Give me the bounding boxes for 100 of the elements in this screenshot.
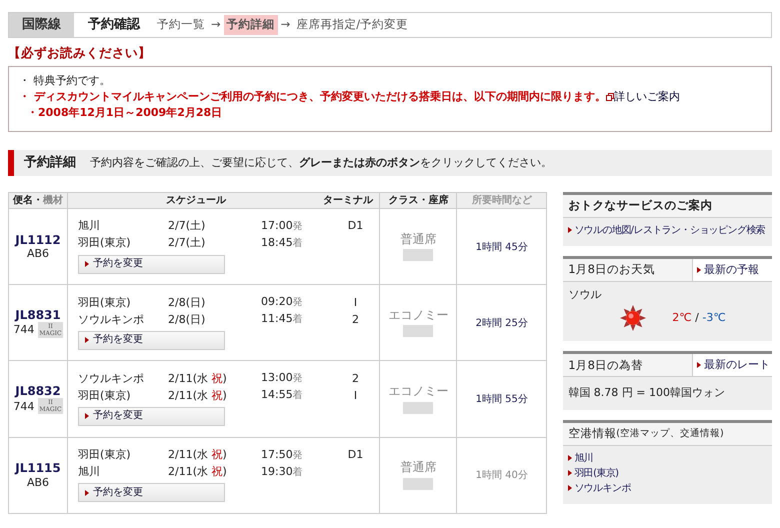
date-text: 2/11(水 [168, 372, 209, 385]
notice-text: ・ ディスカウントマイルキャンペーンご利用の予約につき、予約変更いただける搭乗日は、以下の期間内に限ります。 [19, 90, 606, 103]
blurred-block [403, 478, 434, 490]
city-name: 羽田(東京) [78, 448, 132, 462]
date-text: 2/11(水 [168, 388, 209, 402]
time-suffix: 発 [292, 373, 303, 384]
triangle-icon [85, 413, 89, 420]
triangle-icon [85, 337, 89, 344]
arrow-text: → [210, 16, 222, 34]
section-title: 予約詳細 [23, 154, 77, 172]
panel-link[interactable]: 最新のレート [692, 354, 772, 376]
date-text: 2/8(日) [168, 312, 206, 326]
city-name: ソウル [568, 286, 602, 303]
flight-time: 09:20 [261, 295, 293, 308]
city-name: ソウルキンポ [78, 372, 145, 386]
date-text: 2/11(水 [168, 448, 209, 462]
terminal-text: I [354, 388, 358, 402]
flight-duration: 1時間 55分 [476, 394, 528, 405]
flight-number: JL1112 [14, 232, 62, 248]
city-name: 旭川 [78, 465, 101, 478]
flight-time: 19:30 [261, 464, 293, 478]
flight-number: JL1115 [14, 461, 62, 476]
time-suffix: 発 [292, 221, 303, 232]
panel-link[interactable]: 最新の予報 [692, 258, 772, 281]
seat-class: 普通席 [399, 232, 438, 246]
column-header: クラス・座席 [388, 194, 448, 206]
city-name: 羽田(東京) [78, 296, 132, 309]
flight-duration: 1時間 45分 [476, 242, 528, 253]
terminal-text: 2 [352, 312, 359, 326]
column-header: 便名・ [13, 194, 43, 206]
step-label: 予約詳細 [224, 15, 278, 35]
city-name: 旭川 [78, 219, 101, 233]
panel-title: 空港情報 [567, 425, 616, 442]
column-header: 所要時間など [472, 194, 532, 206]
change-booking-button[interactable]: 予約を変更 [78, 406, 225, 426]
terminal-text: I [354, 296, 358, 309]
terminal-text: 2 [352, 372, 359, 385]
change-booking-button[interactable]: 予約を変更 [78, 254, 225, 274]
city-name: 羽田(東京) [78, 388, 132, 402]
sidebar-link[interactable]: 旭川 [568, 450, 767, 466]
separator-text: / [695, 311, 699, 324]
flight-duration: 2時間 25分 [476, 318, 528, 329]
details-link[interactable]: 詳しいご案内 [614, 90, 680, 103]
flight-time: 14:55 [261, 388, 293, 402]
sidebar-link[interactable]: 羽田(東京) [568, 466, 767, 481]
triangle-icon [568, 227, 572, 234]
date-text: ) [222, 372, 227, 385]
low-temperature: -3℃ [702, 311, 726, 324]
date-range: ・2008年12月1日～2009年2月28日 [26, 104, 224, 121]
notice-text: ・ 特典予約です。 [19, 74, 110, 87]
city-name: ソウルキンポ [78, 312, 145, 326]
time-suffix: 発 [292, 450, 303, 461]
date-text: 2/8(日) [168, 296, 206, 309]
panel-title: おトクなサービスのご案内 [567, 197, 714, 214]
column-header: ターミナル [322, 194, 374, 208]
high-temperature: 2℃ [672, 311, 692, 324]
sun-icon [620, 305, 646, 332]
flight-time: 17:00 [261, 219, 293, 232]
flight-duration: 1時間 40分 [476, 470, 528, 482]
blurred-block [403, 325, 434, 338]
flight-time: 18:45 [261, 236, 293, 250]
triangle-icon [85, 490, 89, 496]
aircraft-type: 744 [13, 400, 34, 413]
date-text: 2/11(水 [168, 465, 209, 478]
flight-number: JL8832 [14, 384, 62, 398]
date-text: ) [222, 465, 227, 478]
terminal-text: D1 [348, 448, 364, 462]
triangle-icon [85, 261, 89, 268]
change-booking-button[interactable]: 予約を変更 [78, 483, 225, 502]
triangle-icon [697, 266, 701, 273]
holiday-mark: 祝 [212, 388, 222, 402]
time-suffix: 着 [292, 314, 303, 326]
flight-number: JL8831 [14, 308, 62, 322]
flight-time: 17:50 [261, 448, 293, 461]
aircraft-type: 744 [13, 323, 34, 337]
panel-title: 1月8日の為替 [567, 356, 644, 374]
step-label: 座席再指定/予約変更 [295, 16, 410, 34]
panel-subtitle: (空港マップ、交通情報) [616, 426, 724, 441]
seat-class: 普通席 [399, 460, 438, 475]
exchange-rate: 韓国 8.78 円 = 100韓国ウォン [568, 385, 726, 402]
sidebar-link[interactable]: ソウルの地図/レストラン・ショッピング検索 [568, 222, 767, 238]
city-name: 羽田(東京) [78, 236, 132, 250]
flight-time: 13:00 [261, 371, 293, 384]
page-title: 予約確認 [87, 16, 142, 34]
date-text: ) [222, 388, 227, 402]
date-text: ) [222, 448, 227, 462]
time-suffix: 着 [292, 238, 303, 250]
triangle-icon [568, 470, 572, 476]
triangle-icon [568, 485, 572, 492]
holiday-mark: 祝 [212, 372, 222, 385]
instruction-text: 予約内容をご確認の上、ご要望に応じて、グレーまたは赤のボタンをクリックしてください。 [90, 154, 552, 170]
holiday-mark: 祝 [212, 448, 222, 462]
panel-title: 1月8日のお天気 [567, 261, 656, 278]
holiday-mark: 祝 [212, 465, 222, 478]
notice-title: 【必ずお読みください】 [8, 44, 152, 62]
aircraft-type: AB6 [26, 247, 50, 260]
triangle-icon [697, 362, 701, 368]
sidebar-link[interactable]: ソウルキンポ [568, 480, 767, 496]
flight-time: 11:45 [261, 312, 293, 326]
change-booking-button[interactable]: 予約を変更 [78, 330, 225, 350]
